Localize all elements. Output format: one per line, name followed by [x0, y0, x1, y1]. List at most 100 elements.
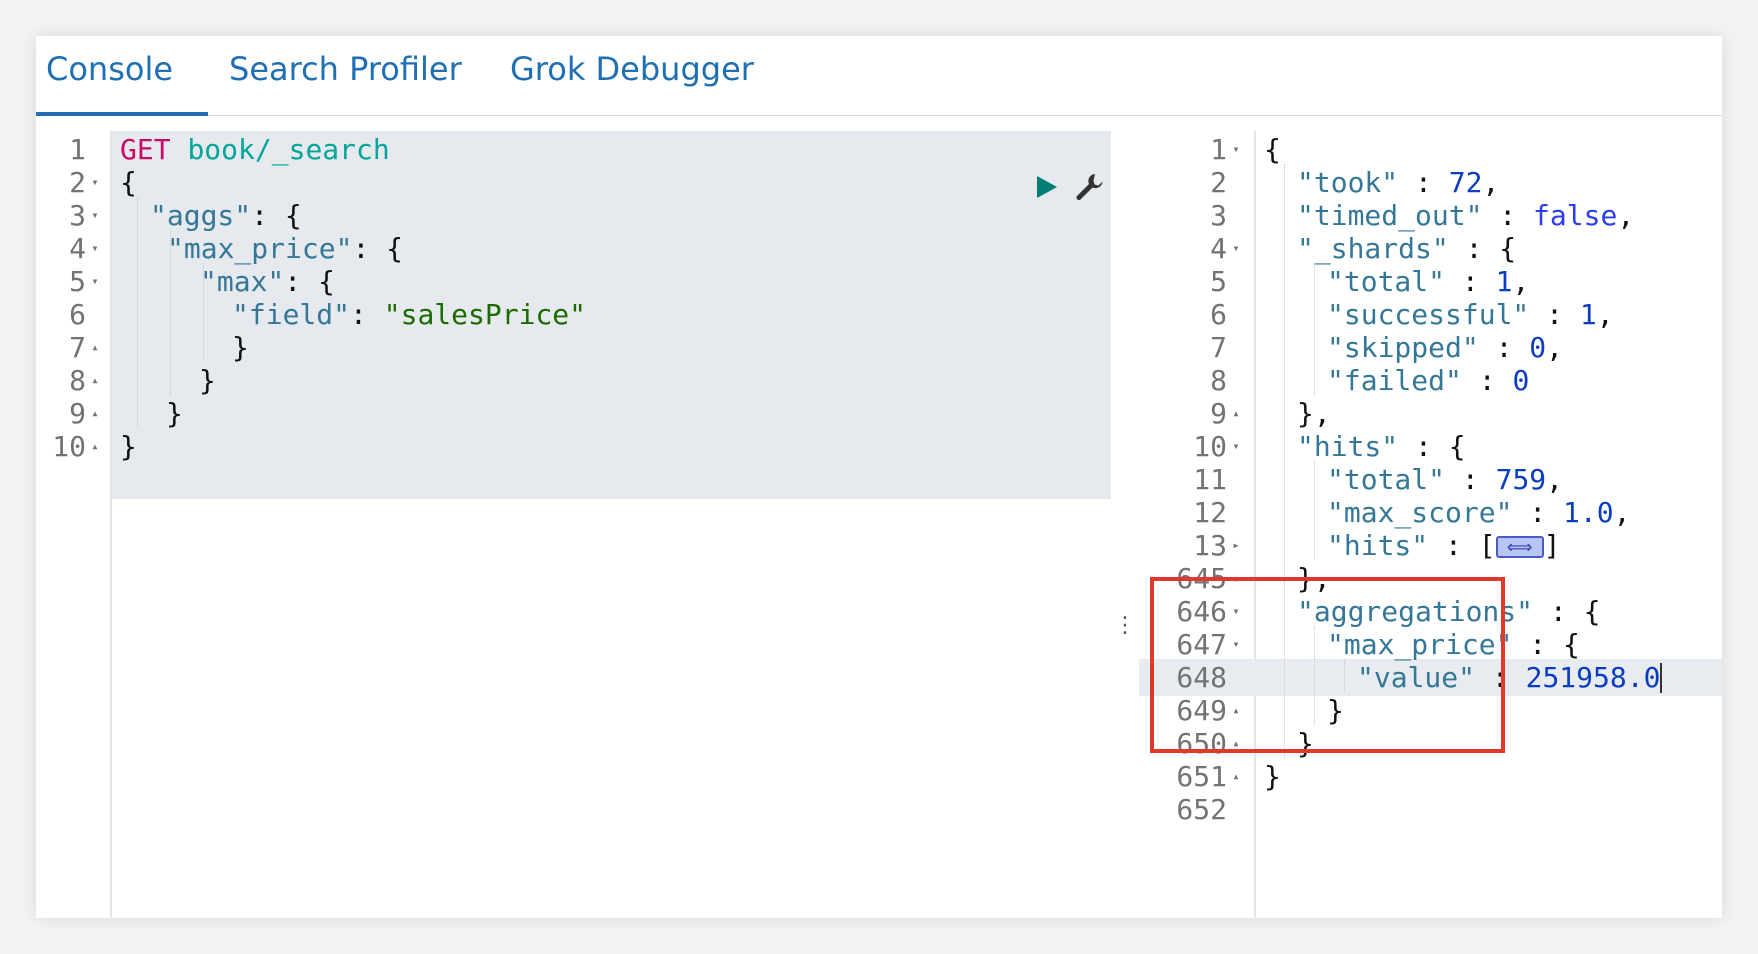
- fold-up-icon[interactable]: ▴: [88, 362, 102, 399]
- tab-console[interactable]: Console: [36, 36, 208, 116]
- json-number: 1: [1495, 265, 1513, 298]
- json-key: "total": [1327, 463, 1446, 496]
- code-text: }: [166, 397, 183, 430]
- indent-guide: [203, 263, 204, 362]
- fold-up-icon[interactable]: ▴: [1229, 395, 1243, 432]
- code-text: "max": {: [200, 263, 335, 300]
- response-line: 10 ▾ "hits" : {: [1139, 428, 1722, 465]
- tab-grok-debugger[interactable]: Grok Debugger: [510, 36, 754, 112]
- request-line[interactable]: 1 GET book/_search: [36, 131, 1111, 200]
- json-key: "max_score": [1327, 496, 1513, 529]
- fold-up-icon[interactable]: ▴: [88, 329, 102, 366]
- response-line: 1 ▾ {: [1139, 131, 1722, 168]
- request-url: book/_search: [187, 133, 390, 166]
- response-line: 9 ▴ },: [1139, 395, 1722, 432]
- line-number: 2: [1210, 166, 1227, 199]
- request-line[interactable]: 6 "field": "salesPrice": [36, 296, 1111, 333]
- line-number: 1: [69, 133, 86, 166]
- fold-up-icon[interactable]: ▴: [88, 428, 102, 465]
- line-number: 7: [69, 331, 86, 364]
- code-text: "skipped" : 0,: [1327, 331, 1564, 364]
- line-number: 11: [1193, 463, 1227, 496]
- line-number: 4: [69, 232, 86, 265]
- pane-resizer[interactable]: ⋮: [1114, 615, 1136, 651]
- json-key: "successful": [1327, 298, 1530, 331]
- fold-up-icon[interactable]: ▴: [1229, 758, 1243, 795]
- json-boolean: false: [1533, 199, 1618, 232]
- fold-right-icon[interactable]: ▸: [1229, 527, 1243, 564]
- fold-down-icon[interactable]: ▾: [88, 263, 102, 300]
- line-number: 6: [1210, 298, 1227, 331]
- line-number: 12: [1193, 496, 1227, 529]
- code-text: "timed_out" : false,: [1297, 199, 1635, 232]
- code-text: "max_price": {: [167, 230, 403, 267]
- code-text: }: [232, 331, 249, 364]
- fold-down-icon[interactable]: ▾: [88, 164, 102, 201]
- dev-tools-panel: Console Search Profiler Grok Debugger 1 …: [36, 36, 1722, 918]
- json-number: 0: [1512, 364, 1530, 397]
- line-number: 9: [1210, 397, 1227, 430]
- response-line: 6 "successful" : 1,: [1139, 296, 1722, 333]
- code-text: },: [1297, 397, 1331, 430]
- request-line[interactable]: 8 ▴ }: [36, 362, 1111, 399]
- line-number: 5: [69, 265, 86, 298]
- fold-down-icon[interactable]: ▾: [1229, 428, 1243, 465]
- request-line[interactable]: 2 ▾ {: [36, 164, 1111, 201]
- request-line[interactable]: 10 ▴ }: [36, 428, 1111, 465]
- json-number: 1.0: [1563, 496, 1614, 529]
- json-key: "skipped": [1327, 331, 1479, 364]
- line-number: 4: [1210, 232, 1227, 265]
- code-text: "total" : 759,: [1327, 463, 1564, 496]
- response-line: 5 "total" : 1,: [1139, 263, 1722, 300]
- json-string: "salesPrice": [383, 298, 587, 331]
- expand-collapsed-icon[interactable]: [1495, 529, 1544, 566]
- line-number: 651: [1176, 760, 1227, 793]
- wrench-icon[interactable]: [938, 134, 1103, 200]
- json-number: 1: [1579, 298, 1597, 331]
- line-number: 2: [69, 166, 86, 199]
- line-number: 3: [69, 199, 86, 232]
- request-editor[interactable]: 1 GET book/_search 2 ▾ { 3 ▾ "aggs": { 4…: [36, 131, 1111, 918]
- json-key: "_shards": [1297, 232, 1449, 265]
- code-text: {: [120, 166, 137, 199]
- json-punct: : {: [284, 265, 335, 298]
- request-line[interactable]: 4 ▾ "max_price": {: [36, 230, 1111, 267]
- fold-down-icon[interactable]: ▾: [88, 230, 102, 267]
- fold-down-icon[interactable]: ▾: [1229, 131, 1243, 168]
- tab-bar: Console Search Profiler Grok Debugger: [36, 36, 1722, 116]
- json-key: "took": [1297, 166, 1399, 199]
- tab-search-profiler[interactable]: Search Profiler: [229, 36, 462, 112]
- code-text: "hits" : []: [1327, 527, 1560, 566]
- json-number: 0: [1529, 331, 1547, 364]
- response-line: 652: [1139, 791, 1722, 828]
- json-key: "timed_out": [1297, 199, 1483, 232]
- code-text: "max_score" : 1.0,: [1327, 496, 1631, 529]
- json-key: "failed": [1327, 364, 1462, 397]
- request-line[interactable]: 9 ▴ }: [36, 395, 1111, 432]
- line-number: 10: [1193, 430, 1227, 463]
- response-line: 651 ▴ }: [1139, 758, 1722, 795]
- response-line: 11 "total" : 759,: [1139, 461, 1722, 498]
- response-line: 4 ▾ "_shards" : {: [1139, 230, 1722, 267]
- indent-guide: [137, 197, 138, 428]
- json-punct: : {: [352, 232, 404, 265]
- request-line[interactable]: 7 ▴ }: [36, 329, 1111, 366]
- request-line[interactable]: 3 ▾ "aggs": {: [36, 197, 1111, 234]
- code-text: "field": "salesPrice": [232, 296, 586, 333]
- line-number: 8: [1210, 364, 1227, 397]
- code-text: }: [199, 364, 216, 397]
- response-viewer[interactable]: 1 ▾ { 2 "took" : 72, 3 "timed_out" : fal…: [1139, 131, 1722, 918]
- line-number: 652: [1176, 793, 1227, 826]
- json-key: "hits": [1327, 529, 1429, 562]
- line-number: 10: [52, 430, 86, 463]
- play-icon[interactable]: [896, 135, 1057, 198]
- fold-down-icon[interactable]: ▾: [1229, 230, 1243, 267]
- fold-down-icon[interactable]: ▾: [88, 197, 102, 234]
- code-text: "took" : 72,: [1297, 166, 1500, 199]
- request-line-code: GET book/_search: [120, 131, 390, 168]
- response-line: 12 "max_score" : 1.0,: [1139, 494, 1722, 531]
- line-number: 5: [1210, 265, 1227, 298]
- code-text: }: [1264, 760, 1281, 793]
- request-line[interactable]: 5 ▾ "max": {: [36, 263, 1111, 300]
- fold-up-icon[interactable]: ▴: [88, 395, 102, 432]
